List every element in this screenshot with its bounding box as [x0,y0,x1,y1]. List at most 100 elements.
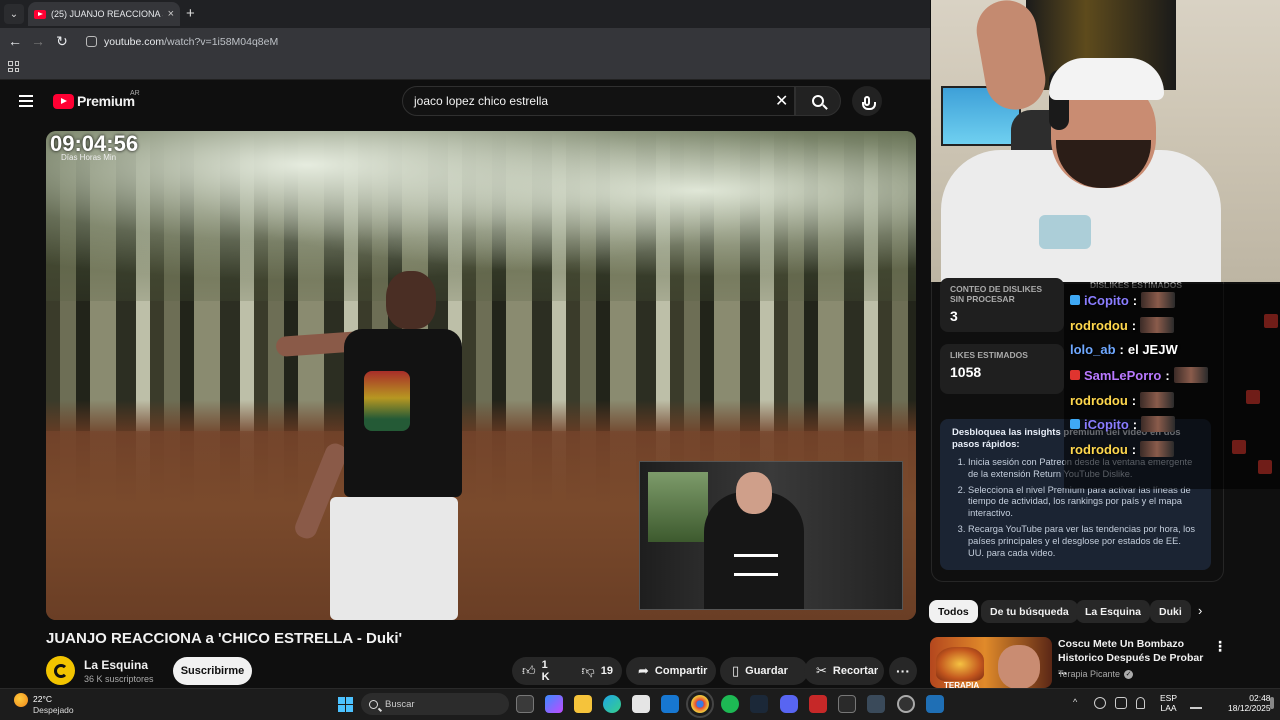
more-actions-button[interactable]: ··· [889,657,917,685]
chat-message: rodrodou: [1070,392,1175,408]
search-icon [812,95,824,107]
show-desktop-button[interactable] [1270,697,1274,709]
channel-name[interactable]: La Esquina [84,658,148,672]
windows-start-icon[interactable] [338,697,353,712]
forward-button[interactable]: → [29,33,47,49]
chat-emote-icon [1173,367,1208,383]
save-button[interactable]: ▯ Guardar [720,657,808,685]
edge-icon[interactable] [603,695,621,713]
copilot-icon[interactable] [545,695,563,713]
raw-dislike-stat: CONTEO DE DISLIKES SIN PROCESAR 3 [940,278,1064,332]
chips-next-arrow-icon[interactable]: › [1198,603,1202,618]
video-title: JUANJO REACCIONA a 'CHICO ESTRELLA - Duk… [46,630,403,647]
chat-emote-icon [1140,317,1175,333]
outlook-icon[interactable] [661,695,679,713]
clear-search-icon[interactable]: ✕ [775,91,788,111]
discord-icon[interactable] [780,695,798,713]
microphone-icon[interactable] [1136,697,1145,709]
reaction-facecam [639,461,903,610]
file-explorer-icon[interactable] [574,695,592,713]
recommendation-channel-name: Terapia Picante [1058,669,1121,679]
store-icon[interactable] [632,695,650,713]
tab-title: (25) JUANJO REACCIONA a 'CHI [51,9,163,19]
recommendation-menu-icon[interactable]: ⋮ [1213,638,1227,655]
app-icon[interactable] [809,695,827,713]
browser-tab[interactable]: (25) JUANJO REACCIONA a 'CHI × [28,2,180,26]
countdown-units: Días Horas Min [61,153,117,162]
taskbar-search-placeholder: Buscar [385,698,415,710]
voice-search-button[interactable] [852,86,882,116]
guide-menu-icon[interactable] [19,95,33,107]
app-icon[interactable] [838,695,856,713]
system-clock[interactable]: 02:48 18/12/2025 [1228,693,1271,714]
weather-temperature[interactable]: 22°C [33,694,52,704]
search-button[interactable] [795,86,841,116]
chat-user: iCopito [1084,416,1129,432]
app-icon[interactable] [867,695,885,713]
search-icon [369,699,378,709]
share-icon: ➦ [638,663,649,678]
search-query[interactable]: joaco lopez chico estrella [414,94,548,108]
url-field[interactable]: youtube.com/watch?v=1i58M04q8eM [104,36,278,48]
chat-emote-icon [1141,416,1176,432]
channel-avatar[interactable] [46,656,75,685]
input-language[interactable]: ESP LAA [1160,693,1177,714]
logo-text: Premium [77,93,135,109]
share-label: Compartir [654,665,708,677]
raw-dislike-label: CONTEO DE DISLIKES SIN PROCESAR [950,284,1043,305]
chip-duki[interactable]: Duki [1150,600,1191,623]
youtube-premium-logo[interactable]: Premium [53,93,135,109]
taskbar-search[interactable]: Buscar [361,693,509,715]
tab-close-button[interactable]: × [168,8,174,20]
app-icon[interactable] [926,695,944,713]
tray-app-icon[interactable] [1115,697,1127,709]
chrome-icon[interactable] [686,690,714,718]
wifi-icon[interactable] [1190,697,1202,709]
share-button[interactable]: ➦ Compartir [626,657,716,685]
dislike-button[interactable]: 👎︎ 19 [572,657,623,685]
tray-app-icon[interactable] [1094,697,1106,709]
back-button[interactable]: ← [6,33,24,49]
chat-user: iCopito [1084,292,1129,308]
thumbs-down-icon: 👎︎ [581,663,595,678]
chip-from-search[interactable]: De tu búsqueda [981,600,1078,623]
weather-description[interactable]: Despejado [33,705,74,715]
chat-user: SamLePorro [1084,367,1162,383]
volume-icon[interactable] [1207,697,1219,709]
reload-button[interactable]: ↻ [53,33,71,50]
task-view-icon[interactable] [516,695,534,713]
chat-user: lolo_ab [1070,342,1116,357]
subscriber-count: 36 K suscriptores [84,674,154,684]
weather-sun-icon[interactable] [14,693,28,707]
spotify-icon[interactable] [721,695,739,713]
keyboard-layout: LAA [1160,702,1177,713]
chat-message: lolo_ab: el JEJW [1070,342,1178,357]
chat-badge-icon [1070,419,1080,429]
new-tab-button[interactable]: + [186,5,195,22]
recommendation-channel[interactable]: Terapia Picante ✓ [1058,669,1134,679]
apps-grid-icon[interactable] [8,61,19,72]
dislike-count: 19 [600,665,613,677]
chip-la-esquina[interactable]: La Esquina [1076,600,1151,623]
chat-badge-icon [1070,295,1080,305]
chip-all[interactable]: Todos [929,600,978,623]
thumbs-up-icon: 👍︎ [522,663,536,678]
premium-step: Recarga YouTube para ver las tendencias … [968,524,1199,560]
url-path: /watch?v=1i58M04q8eM [164,36,279,48]
url-host: youtube.com [104,36,165,48]
subscribe-button[interactable]: Suscribirme [173,657,252,685]
streamer-webcam [931,0,1280,282]
chat-message: rodrodou: [1070,441,1175,457]
like-button[interactable]: 👍︎ 1 K [512,657,560,685]
estimated-likes-value: 1058 [950,364,982,381]
chat-message: rodrodou: [1070,317,1175,333]
tab-search-button[interactable]: ⌄ [4,4,24,24]
tray-overflow-icon[interactable]: ^ [1073,697,1077,707]
chat-message: SamLePorro: [1070,367,1208,383]
clip-button[interactable]: ✂ Recortar [804,657,884,685]
site-info-icon[interactable] [86,36,97,47]
chat-user: rodrodou [1070,441,1128,457]
obs-icon[interactable] [897,695,915,713]
clock-date: 18/12/2025 [1228,702,1271,713]
steam-icon[interactable] [750,695,768,713]
